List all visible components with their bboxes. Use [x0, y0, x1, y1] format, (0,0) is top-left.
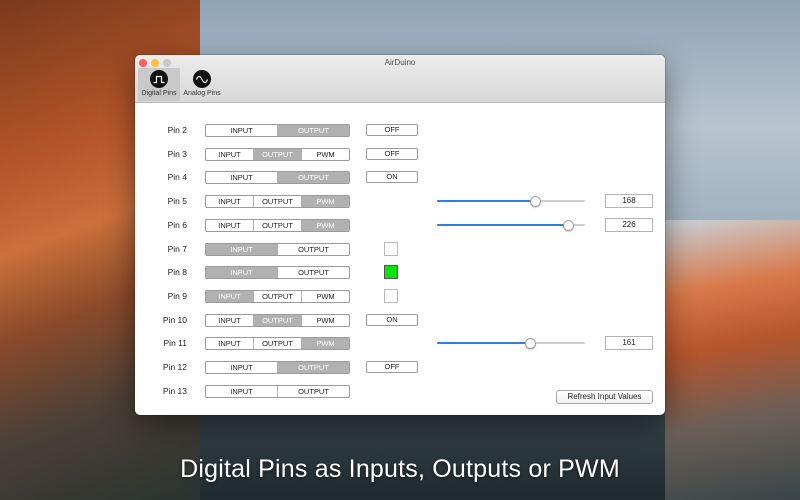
pin-8-mode-input[interactable]: INPUT: [206, 267, 278, 279]
pin-10-mode-input[interactable]: INPUT: [206, 314, 254, 326]
pin-4-mode-selector: INPUT OUTPUT: [205, 171, 350, 185]
pin-3-label: Pin 3: [167, 148, 187, 159]
pin-12-mode-selector: INPUT OUTPUT: [205, 361, 350, 374]
tab-digital-pins-label: Digital Pins: [141, 90, 177, 97]
pin-12-on-off-button[interactable]: OFF: [366, 361, 418, 373]
pin-6-mode-selector: INPUT OUTPUT PWM: [205, 218, 350, 232]
pin-11-pwm-slider[interactable]: [437, 338, 585, 350]
pin-9-input-indicator: [384, 288, 398, 303]
pin-13-mode-selector: INPUT OUTPUT: [205, 384, 350, 398]
pin-9-label: Pin 9: [167, 290, 187, 301]
pin-7-mode-input[interactable]: INPUT: [206, 243, 278, 255]
marketing-caption: Digital Pins as Inputs, Outputs or PWM: [180, 455, 620, 483]
pin-8-label: Pin 8: [167, 267, 187, 278]
pin-5-slider-fill: [437, 200, 535, 203]
pin-2-on-off-button[interactable]: OFF: [366, 124, 418, 136]
pin-13-label: Pin 13: [162, 385, 187, 396]
tab-analog-pins-label: Analog Pins: [183, 90, 221, 97]
pin-9-mode-pwm[interactable]: PWM: [302, 291, 349, 302]
pin-4-mode-output[interactable]: OUTPUT: [278, 172, 349, 184]
pin-11-slider-fill: [437, 342, 531, 345]
airduino-window: AirDuino Digital Pins Analog Pins Pin 2 I…: [135, 55, 665, 415]
pin-10-mode-selector: INPUT OUTPUT PWM: [205, 313, 350, 327]
pin-6-pwm-slider[interactable]: [437, 219, 585, 231]
pin-12-label: Pin 12: [162, 362, 187, 372]
pin-2-mode-selector: INPUT OUTPUT: [205, 124, 350, 137]
pin-13-mode-input[interactable]: INPUT: [206, 385, 278, 397]
pin-3-mode-selector: INPUT OUTPUT PWM: [205, 147, 350, 161]
pin-5-pwm-slider[interactable]: [437, 196, 585, 208]
pin-2-mode-output[interactable]: OUTPUT: [278, 125, 349, 136]
tab-digital-pins[interactable]: Digital Pins: [138, 68, 180, 101]
pin-6-slider-knob[interactable]: [563, 219, 575, 231]
pin-11-slider-knob[interactable]: [525, 338, 537, 350]
pin-6-slider-fill: [437, 223, 569, 226]
pin-7-mode-selector: INPUT OUTPUT: [205, 242, 350, 256]
pin-2-label: Pin 2: [167, 125, 187, 135]
tab-analog-pins[interactable]: Analog Pins: [181, 68, 223, 101]
pin-6-label: Pin 6: [167, 219, 187, 230]
pin-6-mode-input[interactable]: INPUT: [206, 219, 254, 231]
pin-3-mode-pwm[interactable]: PWM: [302, 149, 349, 160]
pin-5-label: Pin 5: [167, 196, 187, 207]
pin-8-mode-selector: INPUT OUTPUT: [205, 266, 350, 280]
pin-11-label: Pin 11: [163, 338, 187, 349]
pin-2-mode-input[interactable]: INPUT: [206, 125, 278, 136]
pin-11-mode-selector: INPUT OUTPUT PWM: [205, 337, 350, 351]
pin-13-mode-output[interactable]: OUTPUT: [278, 386, 349, 397]
pin-12-mode-output[interactable]: OUTPUT: [278, 362, 349, 373]
pin-11-pwm-value-field[interactable]: 161: [605, 336, 653, 351]
pin-5-mode-selector: INPUT OUTPUT PWM: [205, 195, 350, 209]
pin-3-mode-output[interactable]: OUTPUT: [254, 148, 302, 160]
pin-11-mode-pwm[interactable]: PWM: [302, 338, 349, 350]
pin-5-slider-knob[interactable]: [529, 196, 541, 208]
title-bar: AirDuino Digital Pins Analog Pins: [135, 55, 665, 103]
pin-5-mode-input[interactable]: INPUT: [206, 196, 254, 208]
pin-9-mode-output[interactable]: OUTPUT: [254, 290, 302, 302]
pin-7-label: Pin 7: [167, 243, 187, 254]
pin-12-mode-input[interactable]: INPUT: [206, 362, 278, 373]
pin-5-mode-output[interactable]: OUTPUT: [254, 196, 302, 208]
square-wave-icon: [150, 70, 168, 88]
pin-7-input-indicator: [384, 241, 398, 256]
pin-5-mode-pwm[interactable]: PWM: [302, 196, 349, 208]
sine-wave-icon: [193, 70, 211, 88]
pin-7-mode-output[interactable]: OUTPUT: [278, 244, 349, 255]
pin-4-on-off-button[interactable]: ON: [366, 171, 418, 184]
pin-9-mode-input[interactable]: INPUT: [206, 290, 254, 302]
pin-4-mode-input[interactable]: INPUT: [206, 172, 278, 184]
pin-8-input-indicator: [384, 265, 398, 280]
pin-10-mode-output[interactable]: OUTPUT: [254, 314, 302, 326]
pin-3-mode-input[interactable]: INPUT: [206, 148, 254, 160]
pin-11-mode-input[interactable]: INPUT: [206, 338, 254, 350]
pin-10-label: Pin 10: [162, 314, 187, 325]
pin-5-pwm-value-field[interactable]: 168: [605, 194, 653, 209]
pin-4-label: Pin 4: [167, 172, 187, 183]
pin-8-mode-output[interactable]: OUTPUT: [278, 267, 349, 278]
pin-3-on-off-button[interactable]: OFF: [366, 147, 418, 160]
pin-6-mode-output[interactable]: OUTPUT: [254, 219, 302, 231]
pin-10-mode-pwm[interactable]: PWM: [302, 315, 349, 326]
pin-6-pwm-value-field[interactable]: 226: [605, 217, 653, 232]
pin-6-mode-pwm[interactable]: PWM: [302, 219, 349, 231]
refresh-input-values-button[interactable]: Refresh Input Values: [556, 390, 653, 404]
pin-11-mode-output[interactable]: OUTPUT: [254, 338, 302, 350]
pin-10-on-off-button[interactable]: ON: [366, 313, 418, 326]
pin-9-mode-selector: INPUT OUTPUT PWM: [205, 289, 350, 303]
window-title: AirDuino: [384, 58, 416, 67]
